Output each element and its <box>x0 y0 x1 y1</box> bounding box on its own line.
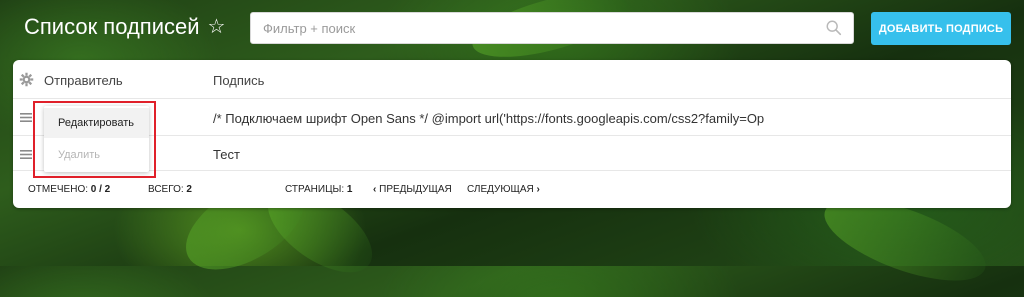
row-signature: /* Подключаем шрифт Open Sans */ @import… <box>213 111 765 126</box>
drag-handle-icon[interactable] <box>20 150 32 159</box>
pages-label: СТРАНИЦЫ: <box>285 184 345 195</box>
total-value: 2 <box>186 184 192 195</box>
selected-count: ОТМЕЧЕНО: 0 / 2 <box>28 184 110 195</box>
column-header-signature[interactable]: Подпись <box>213 73 264 88</box>
page-title-text: Список подписей <box>24 14 200 39</box>
total-label: ВСЕГО: <box>148 184 184 195</box>
chevron-left-icon: ‹ <box>373 184 377 195</box>
search-icon[interactable] <box>825 19 843 37</box>
search-box[interactable] <box>250 12 854 44</box>
highlight-box <box>33 101 156 178</box>
add-signature-button[interactable]: ДОБАВИТЬ ПОДПИСЬ <box>871 12 1011 45</box>
total-count: ВСЕГО: 2 <box>148 184 192 195</box>
next-page-label: СЛЕДУЮЩАЯ <box>467 184 534 195</box>
row-signature: Тест <box>213 147 240 162</box>
star-outline-icon[interactable]: ☆ <box>208 17 226 37</box>
signatures-table-panel: Отправитель Подпись /* Подключаем шрифт … <box>13 60 1011 208</box>
selected-value: 0 / 2 <box>90 184 111 195</box>
prev-page-label: ПРЕДЫДУЩАЯ <box>379 184 452 195</box>
drag-handle-icon[interactable] <box>20 113 32 122</box>
pages-value[interactable]: 1 <box>347 184 353 195</box>
chevron-right-icon: › <box>536 184 540 195</box>
gear-icon[interactable] <box>19 72 34 87</box>
column-header-sender[interactable]: Отправитель <box>44 73 123 88</box>
pages-indicator: СТРАНИЦЫ: 1 <box>285 184 352 195</box>
next-page-link[interactable]: СЛЕДУЮЩАЯ › <box>467 184 540 195</box>
search-input[interactable] <box>251 14 825 42</box>
table-row[interactable]: /* Подключаем шрифт Open Sans */ @import… <box>13 99 1011 136</box>
selected-label: ОТМЕЧЕНО: <box>28 184 88 195</box>
page-title: Список подписей ☆ <box>24 14 225 40</box>
table-header-row: Отправитель Подпись <box>13 60 1011 99</box>
table-row[interactable]: Тест <box>13 136 1011 171</box>
prev-page-link[interactable]: ‹ ПРЕДЫДУЩАЯ <box>373 184 452 195</box>
table-footer: ОТМЕЧЕНО: 0 / 2 ВСЕГО: 2 СТРАНИЦЫ: 1 ‹ П… <box>13 171 1011 208</box>
